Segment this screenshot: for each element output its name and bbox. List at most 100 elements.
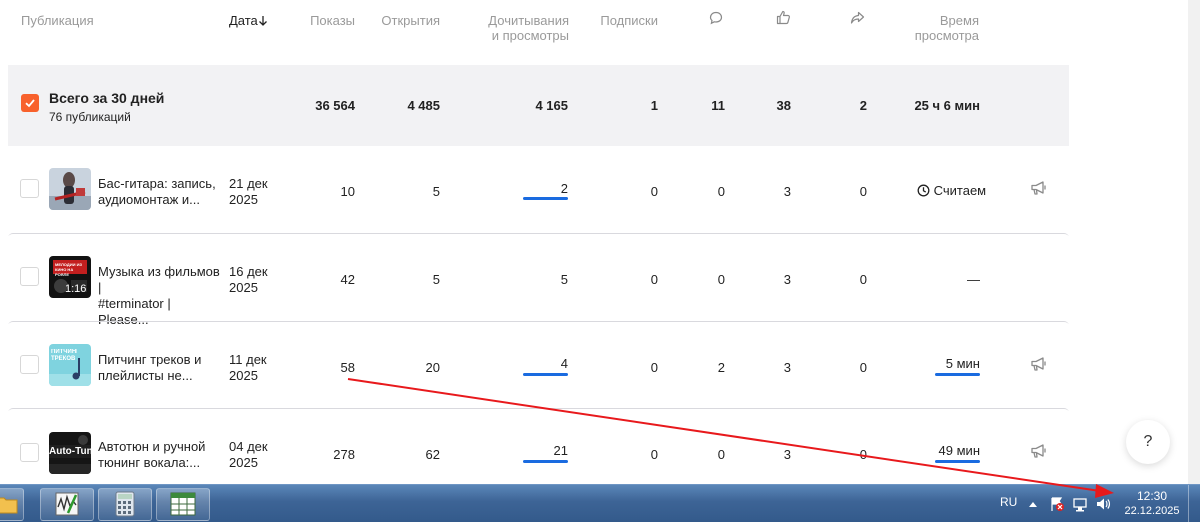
- row-subscriptions: 0: [650, 184, 658, 199]
- folder-icon: [0, 497, 18, 514]
- header-time-line1: Время: [939, 13, 979, 28]
- taskbar-calculator-button[interactable]: [98, 488, 152, 521]
- row-subscriptions: 0: [650, 360, 658, 375]
- row-comments: 2: [717, 360, 725, 375]
- date-line: 2025: [229, 192, 258, 207]
- likes-column-header[interactable]: [776, 10, 791, 26]
- title-line: плейлисты не...: [98, 368, 193, 383]
- row-checkbox[interactable]: [20, 267, 39, 286]
- clock-time[interactable]: 12:30: [1126, 489, 1178, 503]
- header-reads-line2: и просмотры: [491, 28, 569, 43]
- header-publication[interactable]: Публикация: [21, 13, 94, 28]
- row-time[interactable]: 5 мин: [900, 356, 980, 372]
- row-reposts: 0: [859, 447, 867, 462]
- row-reposts: 0: [859, 360, 867, 375]
- publication-title[interactable]: Питчинг треков и плейлисты не...: [98, 352, 220, 384]
- reads-bar: [523, 460, 568, 463]
- row-likes: 3: [783, 184, 791, 199]
- page-scrollbar[interactable]: [1188, 0, 1200, 484]
- network-icon[interactable]: [1072, 496, 1088, 512]
- promote-button[interactable]: [1030, 443, 1048, 459]
- header-subscriptions[interactable]: Подписки: [588, 13, 658, 28]
- total-subtitle: 76 публикаций: [49, 110, 131, 124]
- windows-taskbar: RU 12:30 22.12.2025: [0, 484, 1200, 522]
- date-line: 11 дек: [229, 352, 267, 367]
- reads-bar: [523, 373, 568, 376]
- date-line: 21 дек: [229, 176, 268, 191]
- show-hidden-icons-icon[interactable]: [1028, 500, 1038, 508]
- promote-button[interactable]: [1030, 180, 1048, 196]
- volume-icon[interactable]: [1095, 496, 1111, 512]
- header-date[interactable]: Дата: [229, 13, 268, 28]
- title-line: аудиомонтаж и...: [98, 192, 201, 207]
- row-checkbox[interactable]: [20, 355, 39, 374]
- title-line: тюнинг вокала:...: [98, 455, 201, 470]
- reposts-column-header[interactable]: [850, 11, 865, 26]
- row-views: 58: [340, 360, 355, 375]
- taskbar-explorer-button[interactable]: [0, 488, 24, 521]
- stats-page: Публикация Дата Показы Открытия Дочитыва…: [0, 0, 1200, 484]
- row-checkbox[interactable]: [20, 179, 39, 198]
- select-all-checkbox[interactable]: [21, 94, 39, 112]
- total-reads: 4 165: [535, 98, 568, 113]
- sort-arrow-down-icon: [258, 16, 267, 26]
- row-time: Считаем: [917, 183, 986, 199]
- table-header: Публикация Дата Показы Открытия Дочитыва…: [0, 0, 1070, 60]
- header-reads[interactable]: Дочитывания и просмотры: [470, 13, 569, 43]
- total-time: 25 ч 6 мин: [914, 98, 980, 113]
- total-reposts: 2: [859, 98, 867, 113]
- publication-date: 21 дек 2025: [229, 176, 289, 208]
- megaphone-icon: [1031, 444, 1046, 458]
- time-bar: [935, 460, 980, 463]
- megaphone-icon: [1031, 181, 1046, 195]
- show-desktop-button[interactable]: [1188, 485, 1200, 522]
- share-arrow-icon: [850, 11, 865, 24]
- header-opens[interactable]: Открытия: [370, 13, 440, 28]
- row-subscriptions: 0: [650, 447, 658, 462]
- row-reads[interactable]: 21: [480, 443, 568, 459]
- row-reads: 5: [560, 272, 568, 287]
- row-opens: 5: [432, 184, 440, 199]
- row-views: 10: [340, 184, 355, 199]
- help-button[interactable]: ?: [1126, 420, 1170, 464]
- publication-thumbnail[interactable]: ПИТЧИНГ ТРЕКОВ: [49, 344, 91, 386]
- publication-title[interactable]: Музыка из фильмов | #terminator | Please…: [98, 264, 220, 328]
- publication-title[interactable]: Автотюн и ручной тюнинг вокала:...: [98, 439, 220, 471]
- total-comments: 11: [711, 98, 725, 113]
- taskbar-spreadsheet-button[interactable]: [156, 488, 210, 521]
- row-opens: 20: [425, 360, 440, 375]
- row-views: 42: [340, 272, 355, 287]
- reads-bar: [523, 197, 568, 200]
- clock-icon: [917, 184, 930, 197]
- publication-title[interactable]: Бас-гитара: запись, аудиомонтаж и...: [98, 176, 220, 208]
- row-comments: 0: [717, 447, 725, 462]
- row-reposts: 0: [859, 272, 867, 287]
- row-checkbox[interactable]: [20, 443, 39, 462]
- row-time: —: [967, 272, 980, 287]
- row-subscriptions: 0: [650, 272, 658, 287]
- comments-column-header[interactable]: [709, 11, 723, 26]
- row-time[interactable]: 49 мин: [900, 443, 980, 459]
- row-reads[interactable]: 2: [480, 181, 568, 197]
- date-line: 2025: [229, 368, 258, 383]
- header-views[interactable]: Показы: [295, 13, 355, 28]
- megaphone-icon: [1031, 357, 1046, 371]
- publication-thumbnail[interactable]: МЕЛОДИИ ИЗ КИНО НА РОЯЛЕ 1:16: [49, 256, 91, 298]
- clock-date[interactable]: 22.12.2025: [1120, 505, 1184, 517]
- checkmark-icon: [25, 99, 35, 108]
- row-views: 278: [333, 447, 355, 462]
- promote-button[interactable]: [1030, 356, 1048, 372]
- publication-thumbnail[interactable]: [49, 168, 91, 210]
- row-reposts: 0: [859, 184, 867, 199]
- row-likes: 3: [783, 272, 791, 287]
- language-indicator[interactable]: RU: [1000, 495, 1017, 509]
- publication-thumbnail[interactable]: Auto-Tune: [49, 432, 91, 474]
- header-watch-time[interactable]: Время просмотра: [900, 13, 979, 43]
- row-reads[interactable]: 4: [480, 356, 568, 372]
- header-time-line2: просмотра: [914, 28, 979, 43]
- title-line: Музыка из фильмов |: [98, 264, 220, 295]
- action-center-flag-icon[interactable]: [1049, 496, 1065, 512]
- taskbar-audio-editor-button[interactable]: [40, 488, 94, 521]
- row-opens: 62: [425, 447, 440, 462]
- publication-date: 04 дек 2025: [229, 439, 289, 471]
